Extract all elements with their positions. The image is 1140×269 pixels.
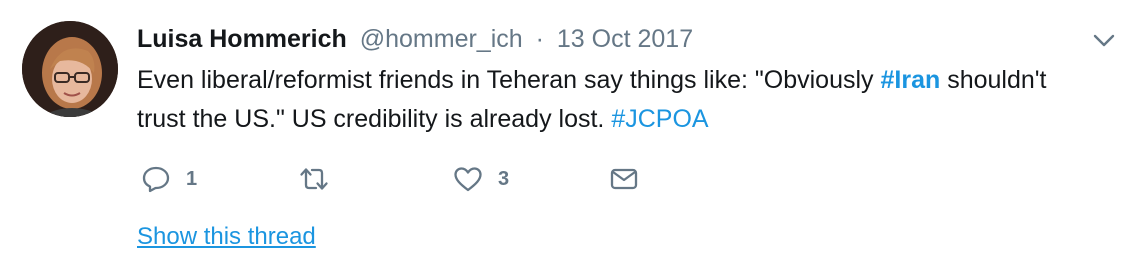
tweet-card[interactable]: Luisa Hommerich @hommer_ich · 13 Oct 201… — [0, 0, 1140, 269]
tweet-text-part1: Even liberal/reformist friends in Tehera… — [137, 66, 881, 94]
direct-message-button[interactable] — [608, 160, 640, 198]
reply-count: 1 — [186, 167, 198, 190]
envelope-icon — [608, 163, 640, 195]
author-handle[interactable]: @hommer_ich — [360, 25, 523, 53]
like-count: 3 — [498, 167, 510, 190]
hashtag-jcpoa-link[interactable]: #JCPOA — [611, 105, 708, 133]
hashtag-iran-link[interactable]: #Iran — [880, 66, 940, 94]
tweet-actions: 1 3 — [140, 160, 740, 198]
chevron-down-icon[interactable] — [1088, 28, 1120, 52]
show-thread-link[interactable]: Show this thread — [137, 220, 316, 254]
retweet-icon — [298, 163, 330, 195]
like-button[interactable]: 3 — [452, 160, 509, 198]
reply-button[interactable]: 1 — [140, 160, 197, 198]
retweet-button[interactable] — [298, 160, 344, 198]
separator-dot: · — [535, 25, 544, 53]
author-name[interactable]: Luisa Hommerich — [137, 25, 347, 53]
tweet-header: Luisa Hommerich @hommer_ich · 13 Oct 201… — [137, 23, 693, 55]
heart-icon — [452, 163, 484, 195]
reply-icon — [140, 163, 172, 195]
avatar[interactable] — [22, 21, 118, 117]
tweet-date[interactable]: 13 Oct 2017 — [557, 25, 693, 53]
tweet-text: Even liberal/reformist friends in Tehera… — [137, 61, 1097, 139]
